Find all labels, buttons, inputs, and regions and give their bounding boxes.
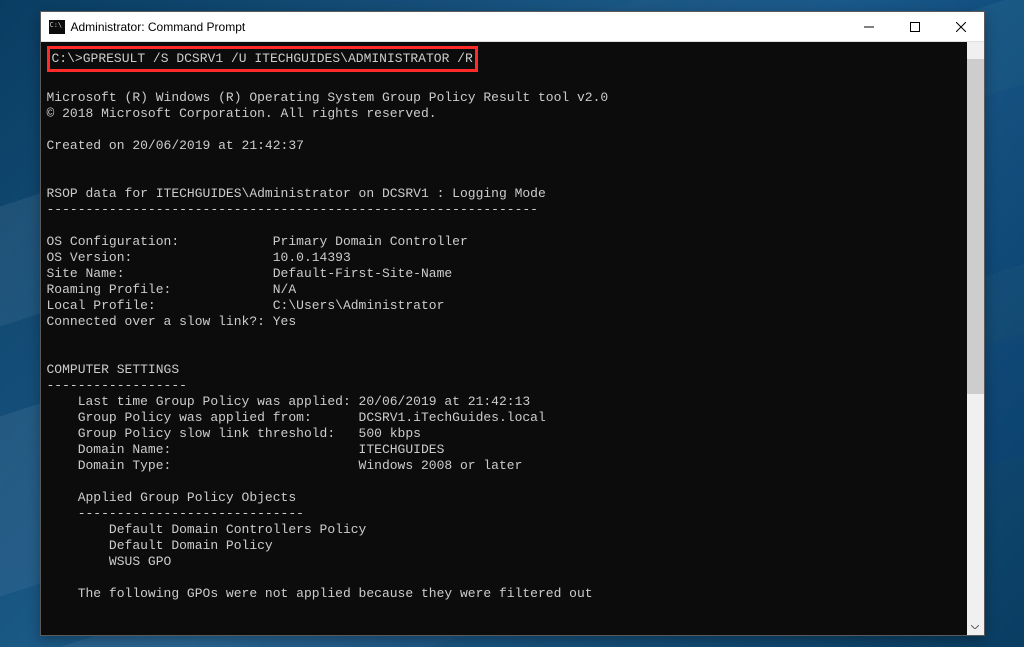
output-line: Last time Group Policy was applied: 20/0…	[47, 394, 531, 409]
output-line: Connected over a slow link?: Yes	[47, 314, 297, 329]
output-line: Default Domain Controllers Policy	[47, 522, 367, 537]
command-prompt-window: Administrator: Command Prompt C:\>GPRESU…	[40, 11, 985, 636]
output-line: WSUS GPO	[47, 554, 172, 569]
output-line: OS Configuration: Primary Domain Control…	[47, 234, 468, 249]
scroll-down-button[interactable]	[967, 618, 984, 635]
vertical-scrollbar[interactable]	[967, 42, 984, 635]
close-icon	[956, 22, 966, 32]
output-line: RSOP data for ITECHGUIDES\Administrator …	[47, 186, 546, 201]
chevron-down-icon	[971, 625, 979, 629]
minimize-icon	[864, 22, 874, 32]
output-line: Group Policy was applied from: DCSRV1.iT…	[47, 410, 546, 425]
output-line: OS Version: 10.0.14393	[47, 250, 351, 265]
scroll-track[interactable]	[967, 59, 984, 618]
maximize-icon	[910, 22, 920, 32]
output-line: Roaming Profile: N/A	[47, 282, 297, 297]
output-line: -----------------------------	[47, 506, 304, 521]
scroll-thumb[interactable]	[967, 59, 984, 394]
output-line: Domain Name: ITECHGUIDES	[47, 442, 445, 457]
output-line: Domain Type: Windows 2008 or later	[47, 458, 523, 473]
window-title: Administrator: Command Prompt	[71, 20, 846, 34]
command-text: GPRESULT /S DCSRV1 /U ITECHGUIDES\ADMINI…	[83, 51, 473, 66]
output-line: ----------------------------------------…	[47, 202, 538, 217]
titlebar[interactable]: Administrator: Command Prompt	[41, 12, 984, 42]
window-controls	[846, 12, 984, 41]
prompt: C:\>	[52, 51, 83, 66]
cmd-icon	[49, 20, 65, 34]
close-button[interactable]	[938, 12, 984, 41]
output-line: ------------------	[47, 378, 187, 393]
output-line: Created on ‎20/‎06/‎2019 at 21:42:37	[47, 138, 304, 153]
output-line: The following GPOs were not applied beca…	[47, 586, 593, 601]
maximize-button[interactable]	[892, 12, 938, 41]
terminal-output[interactable]: C:\>GPRESULT /S DCSRV1 /U ITECHGUIDES\AD…	[41, 42, 984, 635]
output-line: © 2018 Microsoft Corporation. All rights…	[47, 106, 437, 121]
highlighted-command: C:\>GPRESULT /S DCSRV1 /U ITECHGUIDES\AD…	[47, 46, 478, 72]
minimize-button[interactable]	[846, 12, 892, 41]
output-line: Microsoft (R) Windows (R) Operating Syst…	[47, 90, 609, 105]
output-line: Applied Group Policy Objects	[47, 490, 297, 505]
output-line: Local Profile: C:\Users\Administrator	[47, 298, 445, 313]
output-line: Default Domain Policy	[47, 538, 273, 553]
output-line: COMPUTER SETTINGS	[47, 362, 180, 377]
output-line: Site Name: Default-First-Site-Name	[47, 266, 453, 281]
output-line: Group Policy slow link threshold: 500 kb…	[47, 426, 421, 441]
